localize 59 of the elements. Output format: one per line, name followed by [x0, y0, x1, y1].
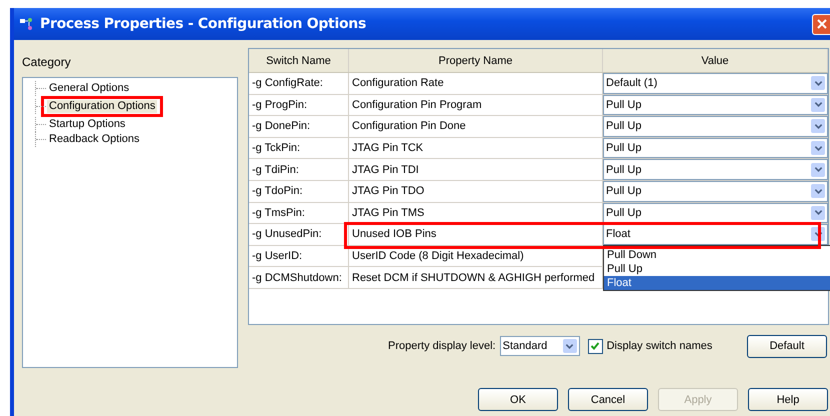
dropdown-option[interactable]: Pull Down	[604, 248, 830, 262]
column-header[interactable]: Switch Name	[249, 49, 349, 72]
window-title: Process Properties - Configuration Options	[40, 16, 367, 32]
close-icon	[816, 19, 826, 29]
table-cell: -g DonePin:	[249, 116, 349, 138]
dialog-button[interactable]: OK	[478, 388, 558, 411]
caret-icon	[811, 206, 825, 220]
table-cell: Configuration Pin Program	[349, 94, 603, 116]
caret-icon	[811, 162, 825, 177]
table-cell: -g ProgPin:	[249, 94, 349, 116]
value-dropdown[interactable]: Pull Up	[603, 180, 828, 202]
table-cell: JTAG Pin TDI	[349, 159, 603, 181]
column-header[interactable]: Value	[603, 49, 828, 72]
value-dropdown[interactable]: Pull Up	[603, 159, 828, 180]
caret-icon	[811, 76, 825, 90]
tree-item[interactable]: Configuration Options	[47, 100, 158, 113]
dialog-button[interactable]: Cancel	[568, 388, 648, 411]
dropdown-option[interactable]: Pull Up	[604, 262, 830, 276]
value-dropdown[interactable]: Pull Up	[603, 202, 828, 224]
check-icon	[590, 341, 600, 351]
table-cell: UserID Code (8 Digit Hexadecimal)	[349, 246, 603, 268]
value-dropdown[interactable]: Pull Up	[603, 94, 828, 116]
table-cell: JTAG Pin TCK	[349, 138, 603, 160]
table-cell: Reset DCM if SHUTDOWN & AGHIGH performed	[349, 267, 603, 289]
table-cell: Configuration Pin Done	[349, 116, 603, 138]
caret-icon	[811, 119, 825, 134]
category-label: Category	[22, 55, 72, 71]
switch-names-label: Display switch names	[606, 340, 712, 352]
table-cell: -g UnusedPin:	[249, 224, 349, 246]
display-level-label: Property display level:	[388, 340, 496, 352]
dialog-button[interactable]: Default	[747, 334, 827, 358]
dropdown-option[interactable]: Float	[604, 276, 830, 290]
table-cell: -g TmsPin:	[249, 202, 349, 224]
table-cell: -g TdoPin:	[249, 180, 349, 203]
table-cell: JTAG Pin TDO	[349, 180, 603, 203]
tree-item[interactable]: Readback Options	[47, 133, 142, 146]
close-button[interactable]	[812, 14, 830, 34]
table-cell: Unused IOB Pins	[349, 224, 603, 246]
display-level-select[interactable]: Standard	[500, 336, 580, 356]
value-dropdown[interactable]: Pull Up	[603, 116, 828, 137]
table-cell: -g UserID:	[249, 246, 349, 268]
caret-icon	[811, 141, 825, 156]
table-cell: -g DCMShutdown:	[249, 267, 349, 289]
caret-icon	[811, 184, 825, 198]
tree-item[interactable]: General Options	[47, 82, 132, 95]
tree-item[interactable]: Startup Options	[47, 118, 128, 131]
app-icon	[20, 17, 34, 31]
dialog-button[interactable]: Help	[748, 388, 828, 411]
column-header[interactable]: Property Name	[349, 49, 603, 72]
switch-names-checkbox[interactable]	[588, 338, 603, 354]
table-cell: -g ConfigRate:	[249, 73, 349, 95]
value-dropdown[interactable]: Pull Up	[603, 138, 828, 158]
caret-icon	[562, 339, 577, 353]
value-dropdown[interactable]: Float	[603, 224, 828, 245]
table-cell: -g TdiPin:	[249, 159, 349, 181]
table-cell: -g TckPin:	[249, 138, 349, 160]
table-cell: Configuration Rate	[349, 73, 603, 95]
value-dropdown[interactable]: Default (1)	[603, 73, 828, 94]
caret-icon	[811, 98, 825, 112]
